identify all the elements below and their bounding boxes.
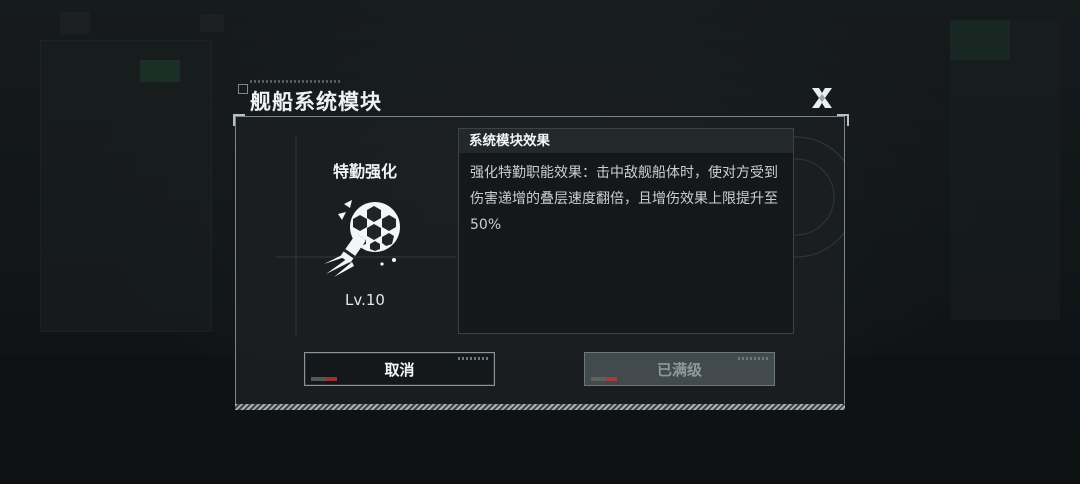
effect-panel: 系统模块效果 强化特勤职能效果：击中敌舰船体时，使对方受到伤害递增的叠层速度翻倍… bbox=[458, 128, 794, 334]
effect-header: 系统模块效果 bbox=[459, 129, 793, 153]
dialog-title: 舰船系统模块 bbox=[250, 90, 382, 114]
frame-corner bbox=[837, 114, 849, 126]
missile-impact-icon bbox=[322, 194, 408, 278]
dialog-bottom-stripe bbox=[235, 404, 845, 410]
effect-description: 强化特勤职能效果：击中敌舰船体时，使对方受到伤害递增的叠层速度翻倍，且增伤效果上… bbox=[470, 165, 778, 233]
button-decoration bbox=[738, 357, 768, 360]
game-screen: 舰船系统模块 特勤强化 Lv.10 系统模块效果 强化特勤职能效果：击中敌舰船体… bbox=[0, 0, 1080, 484]
maxed-level-button[interactable]: 已满级 bbox=[584, 352, 775, 386]
module-name: 特勤强化 bbox=[332, 162, 397, 181]
maxed-level-button-label: 已满级 bbox=[656, 360, 702, 379]
cancel-button-label: 取消 bbox=[384, 360, 415, 379]
close-button[interactable] bbox=[808, 86, 836, 110]
module-level: Lv.10 bbox=[345, 291, 385, 309]
cancel-button[interactable]: 取消 bbox=[304, 352, 495, 386]
button-decoration bbox=[458, 357, 488, 360]
button-decoration bbox=[591, 377, 617, 381]
close-x-icon bbox=[812, 88, 832, 108]
button-decoration bbox=[311, 377, 337, 381]
title-corner-decoration bbox=[238, 84, 248, 94]
title-decoration bbox=[250, 80, 340, 83]
frame-corner bbox=[233, 114, 245, 126]
